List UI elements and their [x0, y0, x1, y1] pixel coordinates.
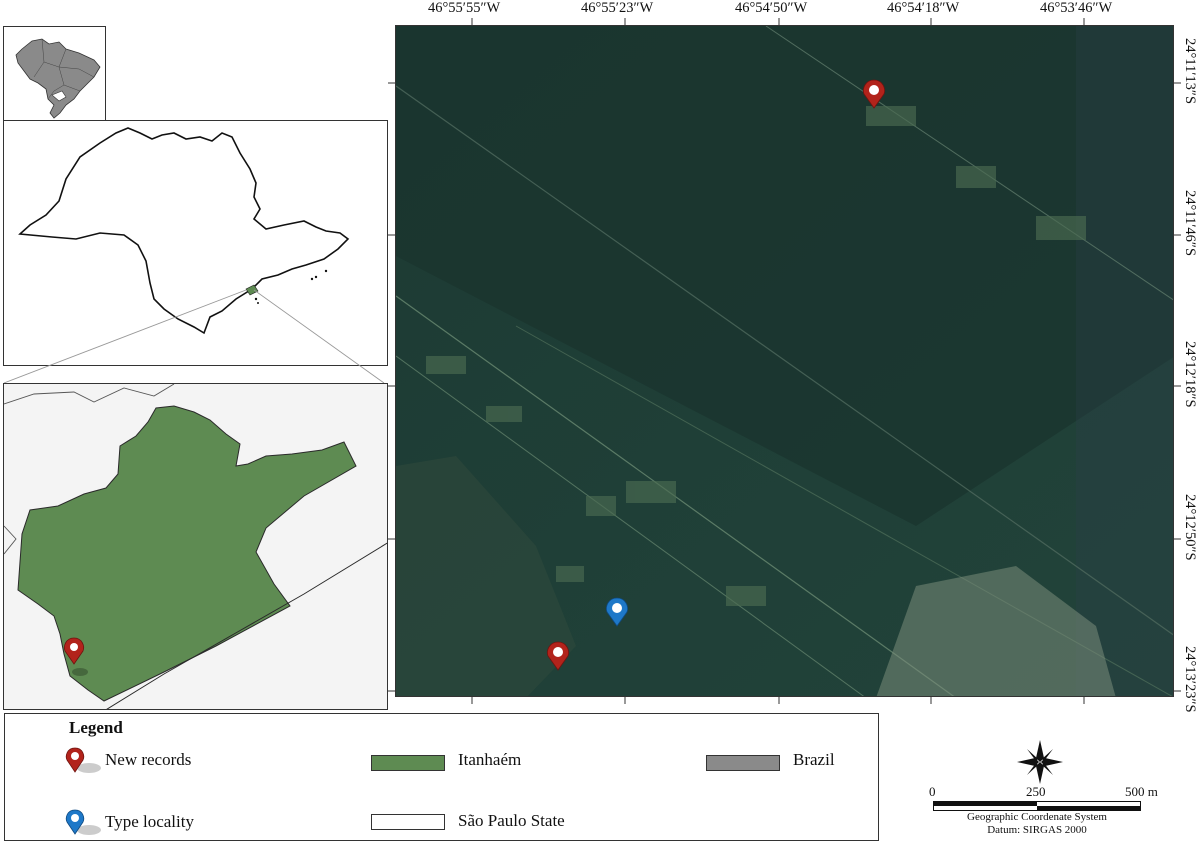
latitude-label: 24°13′23″S — [1182, 646, 1198, 713]
longitude-label: 46°55′23″W — [581, 0, 654, 16]
map-pin-icon — [65, 747, 101, 773]
legend-swatch-brazil — [706, 755, 780, 771]
legend-brazil: Brazil — [793, 750, 835, 769]
longitude-label: 46°53′46″W — [1040, 0, 1113, 16]
latitude-label: 24°11′13″S — [1182, 38, 1198, 105]
datum-label: Datum: SIRGAS 2000 — [987, 824, 1087, 836]
scale-label-0: 0 — [929, 784, 936, 799]
longitude-label: 46°55′55″W — [428, 0, 501, 16]
coordinate-system-label: Geographic Coordenate System — [967, 811, 1107, 823]
longitude-label: 46°54′50″W — [735, 0, 808, 16]
legend-type-locality: Type locality — [105, 812, 194, 831]
legend-title: Legend — [69, 718, 123, 737]
legend-swatch-itanhaem — [371, 755, 445, 771]
scale-label-500: 500 m — [1125, 784, 1158, 799]
legend-itanhaem: Itanhaém — [458, 750, 522, 769]
scale-label-250: 250 — [1026, 784, 1046, 799]
north-arrow-icon — [1017, 740, 1063, 784]
map-pin-icon — [65, 809, 101, 835]
latitude-label: 24°11′46″S — [1182, 190, 1198, 257]
latitude-label: 24°12′50″S — [1182, 494, 1198, 561]
legend-new-records: New records — [105, 750, 192, 769]
legend-sao-paulo-state: São Paulo State — [458, 811, 565, 830]
longitude-label: 46°54′18″W — [887, 0, 960, 16]
scale-bar — [933, 801, 1141, 811]
legend-panel: Legend New records Type locality Itanhaé… — [4, 713, 879, 841]
latitude-label: 24°12′18″S — [1182, 341, 1198, 408]
legend-swatch-sao-paulo — [371, 814, 445, 830]
